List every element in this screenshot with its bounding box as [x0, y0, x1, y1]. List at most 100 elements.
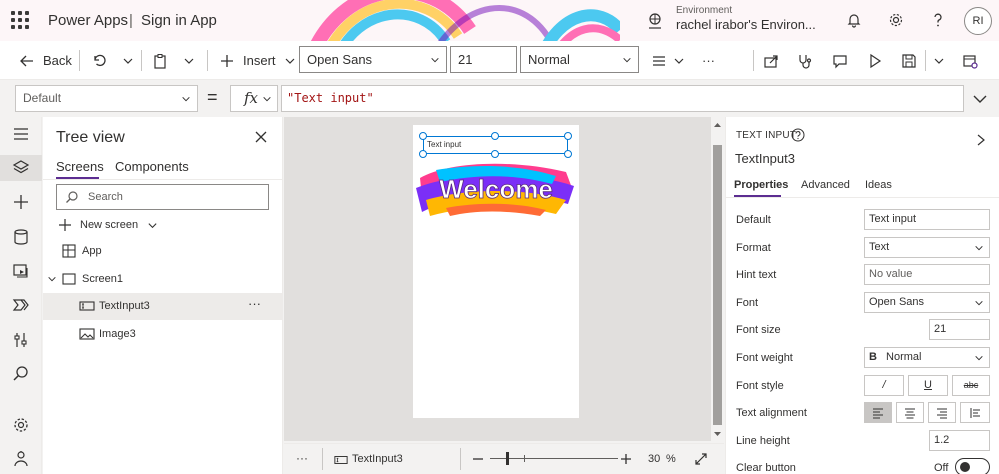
- help-icon[interactable]: [930, 12, 946, 28]
- align-right-button[interactable]: [928, 402, 956, 423]
- environment-name[interactable]: rachel irabor's Environ...: [676, 17, 816, 32]
- media-icon[interactable]: [12, 262, 30, 280]
- avatar[interactable]: RI: [964, 7, 992, 35]
- chevron-down-icon: [148, 222, 157, 228]
- publish-button[interactable]: [962, 41, 978, 80]
- close-icon[interactable]: [254, 130, 268, 144]
- insert-plus-icon[interactable]: [12, 193, 30, 211]
- resize-handle[interactable]: [564, 150, 572, 158]
- preview-button[interactable]: [867, 41, 883, 80]
- align-center-button[interactable]: [896, 402, 924, 423]
- undo-button[interactable]: [91, 41, 107, 80]
- resize-handle[interactable]: [419, 150, 427, 158]
- tab-screens[interactable]: Screens: [56, 159, 104, 174]
- chevron-down-icon: [431, 57, 439, 63]
- scroll-up-icon[interactable]: [713, 121, 722, 129]
- undo-dropdown[interactable]: [122, 41, 134, 80]
- resize-handle[interactable]: [564, 132, 572, 140]
- align-left-button[interactable]: [864, 402, 892, 423]
- tree-view-icon[interactable]: [12, 159, 30, 177]
- help-circle-icon[interactable]: [791, 128, 805, 142]
- new-screen-button[interactable]: New screen: [58, 216, 158, 234]
- paste-button[interactable]: [152, 41, 168, 80]
- tree-item-app[interactable]: App: [43, 238, 283, 265]
- strikethrough-button[interactable]: abc: [952, 375, 990, 396]
- align-justify-icon: [970, 408, 980, 418]
- font-size-input[interactable]: 21: [450, 46, 517, 73]
- font-select[interactable]: Open Sans: [299, 46, 447, 73]
- function-button[interactable]: fx: [230, 85, 278, 112]
- scroll-down-icon[interactable]: [713, 430, 722, 438]
- tab-advanced[interactable]: Advanced: [801, 179, 850, 191]
- advanced-tools-icon[interactable]: [12, 331, 30, 349]
- underline-button[interactable]: U: [908, 375, 948, 396]
- font-property-select[interactable]: Open Sans: [864, 292, 990, 313]
- back-button[interactable]: Back: [19, 41, 72, 80]
- insert-button[interactable]: Insert: [219, 41, 296, 80]
- align-justify-button[interactable]: [960, 402, 990, 423]
- chevron-right-icon[interactable]: [975, 133, 987, 147]
- scroll-thumb[interactable]: [713, 145, 722, 425]
- format-select[interactable]: Text: [864, 237, 990, 258]
- canvas-vertical-scrollbar[interactable]: [711, 117, 724, 441]
- zoom-slider[interactable]: [490, 452, 618, 465]
- share-button[interactable]: [763, 41, 779, 80]
- chevron-down-icon: [623, 57, 631, 63]
- status-more-button[interactable]: ···: [296, 451, 308, 465]
- tab-properties[interactable]: Properties: [734, 179, 788, 191]
- gear-icon[interactable]: [888, 12, 904, 28]
- tab-ideas[interactable]: Ideas: [865, 179, 892, 191]
- font-size-property-input[interactable]: 21: [929, 319, 990, 340]
- clear-button-toggle[interactable]: [955, 458, 990, 474]
- welcome-image[interactable]: Welcome: [416, 158, 576, 218]
- comments-button[interactable]: [832, 41, 848, 80]
- chevron-down-icon[interactable]: [47, 274, 57, 284]
- control-name[interactable]: TextInput3: [735, 151, 795, 166]
- zoom-slider-thumb[interactable]: [506, 452, 509, 465]
- save-dropdown[interactable]: [933, 41, 945, 80]
- resize-handle[interactable]: [491, 150, 499, 158]
- more-commands-button[interactable]: ···: [702, 41, 715, 80]
- property-select[interactable]: Default: [15, 85, 198, 112]
- formula-input[interactable]: "Text input": [281, 85, 964, 112]
- hamburger-menu-icon[interactable]: [12, 125, 30, 143]
- power-automate-icon[interactable]: [12, 296, 30, 314]
- settings-gear-icon[interactable]: [12, 416, 30, 434]
- save-button[interactable]: [901, 41, 917, 80]
- zoom-in-icon[interactable]: [620, 453, 632, 465]
- tree-search-input[interactable]: Search: [56, 184, 269, 210]
- data-icon[interactable]: [12, 228, 30, 246]
- tab-components[interactable]: Components: [115, 159, 189, 174]
- font-weight-property-select[interactable]: B Normal: [864, 347, 990, 368]
- font-weight-select[interactable]: Normal: [520, 46, 639, 73]
- paste-dropdown[interactable]: [183, 41, 195, 80]
- toolbar-divider: [753, 50, 754, 71]
- align-button[interactable]: [651, 41, 685, 80]
- text-input-icon: [334, 456, 348, 464]
- resize-handle[interactable]: [419, 132, 427, 140]
- italic-button[interactable]: /: [864, 375, 904, 396]
- item-more-options[interactable]: ···: [248, 296, 261, 311]
- virtual-agent-icon[interactable]: [12, 450, 30, 468]
- expand-formula-icon[interactable]: [972, 91, 988, 107]
- selected-control-name[interactable]: TextInput3: [352, 453, 403, 465]
- toolbar-divider: [207, 50, 208, 71]
- search-icon[interactable]: [12, 365, 30, 383]
- hint-text-input[interactable]: No value: [864, 264, 990, 285]
- app-launcher-icon[interactable]: [11, 11, 29, 29]
- tree-item-screen1[interactable]: Screen1: [43, 266, 283, 293]
- bell-icon[interactable]: [846, 12, 862, 28]
- default-input[interactable]: Text input: [864, 209, 990, 230]
- design-canvas[interactable]: Text input Welcome: [284, 117, 711, 441]
- default-label: Default: [736, 214, 771, 226]
- zoom-out-icon[interactable]: [472, 453, 484, 465]
- screen-preview[interactable]: Text input Welcome: [413, 125, 579, 418]
- app-checker-button[interactable]: [797, 41, 813, 80]
- resize-handle[interactable]: [491, 132, 499, 140]
- environment-icon[interactable]: [647, 13, 663, 29]
- tree-item-textinput3[interactable]: TextInput3 ···: [43, 293, 283, 320]
- tree-item-image3[interactable]: Image3: [43, 321, 283, 348]
- line-height-input[interactable]: 1.2: [929, 430, 990, 451]
- fit-to-window-icon[interactable]: [694, 452, 708, 466]
- tab-divider: [43, 179, 283, 180]
